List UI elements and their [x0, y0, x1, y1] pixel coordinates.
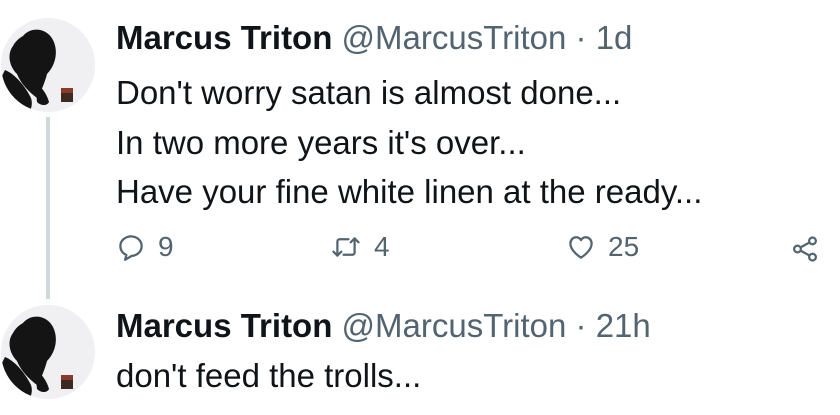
reply-button[interactable]: 9 — [116, 229, 174, 265]
tweet-text-line: Have your fine white linen at the ready.… — [116, 173, 703, 210]
retweet-count: 4 — [374, 231, 390, 262]
tweet-header: Marcus Triton @MarcusTriton · 1d — [116, 18, 632, 58]
tweet-text-line: don't feed the trolls... — [116, 357, 422, 394]
avatar[interactable] — [1, 18, 95, 112]
tweet-text-line: Don't worry satan is almost done... — [116, 74, 622, 111]
retweet-icon — [330, 232, 362, 262]
reply-count: 9 — [158, 231, 174, 262]
heart-icon — [566, 232, 596, 262]
user-handle[interactable]: @MarcusTriton — [342, 19, 567, 56]
display-name[interactable]: Marcus Triton — [116, 19, 332, 56]
like-button[interactable]: 25 — [566, 229, 639, 265]
like-count: 25 — [608, 231, 640, 262]
display-name[interactable]: Marcus Triton — [116, 307, 332, 344]
reply-icon — [116, 232, 146, 262]
separator-dot: · — [575, 19, 587, 56]
share-button[interactable] — [790, 231, 820, 267]
user-handle[interactable]: @MarcusTriton — [342, 307, 567, 344]
share-icon — [790, 234, 820, 264]
tweet-header: Marcus Triton @MarcusTriton · 21h — [116, 306, 651, 346]
tweet-text-line: In two more years it's over... — [116, 124, 526, 161]
retweet-button[interactable]: 4 — [330, 229, 390, 265]
tweet[interactable]: Marcus Triton @MarcusTriton · 21h don't … — [0, 296, 840, 415]
thread-connector-line — [46, 117, 50, 299]
avatar[interactable] — [1, 305, 95, 399]
timestamp[interactable]: 1d — [596, 19, 633, 56]
timestamp[interactable]: 21h — [596, 307, 651, 344]
tweet[interactable]: Marcus Triton @MarcusTriton · 1d Don't w… — [0, 0, 840, 299]
separator-dot: · — [575, 307, 587, 344]
